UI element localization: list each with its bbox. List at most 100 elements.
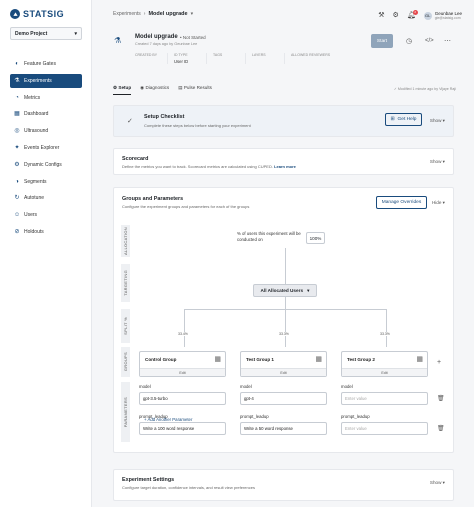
sidebar-item-ultrasound[interactable]: ◎ Ultrasound [10, 124, 82, 138]
meta-allowed-reviewers[interactable]: ALLOWED REVIEWERS [291, 53, 341, 64]
add-parameter-link[interactable]: + Add Another Parameter [144, 417, 192, 422]
tab-setup[interactable]: ⚙ Setup [113, 85, 132, 95]
experiment-settings-card: Experiment Settings Configure target dur… [113, 469, 454, 501]
sidebar-item-dynamic-configs[interactable]: ⚙ Dynamic Configs [10, 158, 82, 172]
toggle-icon: ◐ [15, 61, 19, 67]
add-group-icon[interactable]: + [437, 359, 441, 366]
meta-label: ALLOWED REVIEWERS [291, 53, 331, 57]
meta-layers[interactable]: LAYERS [252, 53, 285, 64]
meta-label: CREATED BY [135, 53, 158, 57]
tab-diagnostics[interactable]: ◉ Diagnostics [140, 85, 169, 95]
groups-hide-toggle[interactable]: Hide ▾ [432, 200, 445, 206]
param-input-control-prompt[interactable]: Write a 100 word response [139, 422, 226, 435]
chevron-down-icon[interactable]: ▾ [191, 11, 194, 17]
history-icon[interactable]: ◷ [406, 37, 412, 45]
group-test-1[interactable]: Test Group 1 ▦ Edit [240, 351, 327, 377]
meta-tags[interactable]: TAGS [213, 53, 246, 64]
allocation-label: ALLOCATION [121, 225, 130, 257]
sidebar-item-autotune[interactable]: ↻ Autotune [10, 191, 82, 205]
split-pct-test-1[interactable]: 33.3% [277, 332, 291, 336]
status-badge: • Not Started [180, 35, 206, 40]
group-name: Test Group 1 [246, 357, 274, 362]
tab-pulse-results[interactable]: ▤ Pulse Results [178, 85, 212, 95]
tab-bar: ⚙ Setup ◉ Diagnostics ▤ Pulse Results [113, 85, 212, 95]
meta-value: User ID [174, 59, 189, 64]
chevron-down-icon: ▾ [74, 30, 77, 37]
dashboard-icon: ▦ [14, 111, 20, 118]
flow-line [285, 248, 286, 284]
breadcrumb: Experiments › Model upgrade ▾ [113, 11, 193, 17]
get-help-button[interactable]: ⊞ Get Help [385, 113, 422, 126]
autotune-icon: ↻ [14, 195, 20, 202]
split-pct-test-2[interactable]: 33.3% [378, 332, 392, 336]
groups-title: Groups and Parameters [122, 196, 184, 202]
split-label: SPLIT % [121, 309, 130, 343]
setup-checklist-card: ✓ Setup Checklist Complete these steps b… [113, 105, 454, 137]
sidebar-item-dashboard[interactable]: ▦ Dashboard [10, 107, 82, 121]
sidebar-item-holdouts[interactable]: ⊘ Holdouts [10, 225, 82, 239]
param-input-test2-prompt[interactable]: Enter value [341, 422, 428, 435]
sidebar-item-users[interactable]: ☺ Users [10, 208, 82, 222]
allocation-input[interactable]: 100% [306, 232, 325, 244]
chevron-down-icon: ▾ [307, 287, 310, 293]
show-label: Show [429, 118, 442, 123]
param-input-test1-prompt[interactable]: Write a 50 word response [240, 422, 327, 435]
param-input-control-model[interactable]: gpt-3.5-turbo [139, 392, 226, 405]
start-button[interactable]: Start [371, 34, 393, 48]
calculator-icon[interactable]: ▦ [214, 355, 221, 363]
sidebar-item-events-explorer[interactable]: ✦ Events Explorer [10, 141, 82, 155]
settings-show-toggle[interactable]: Show ▾ [430, 480, 445, 486]
help-icon: ⊞ [390, 117, 395, 122]
calculator-icon[interactable]: ▦ [315, 355, 322, 363]
targeting-dropdown[interactable]: All Allocated Users ▾ [253, 284, 317, 297]
trash-icon[interactable]: 🗑︎ [437, 395, 445, 402]
tools-icon[interactable]: ⚒ [378, 12, 384, 20]
calculator-icon[interactable]: ▦ [416, 355, 423, 363]
group-control[interactable]: Control Group ▦ Edit [139, 351, 226, 377]
sidebar-item-feature-gates[interactable]: ◐ Feature Gates [10, 57, 82, 71]
sidebar-item-label: Feature Gates [24, 61, 56, 67]
notification-badge: 2 [412, 9, 418, 15]
user-menu[interactable]: GL Geunbae Lee gle@statsig.com [423, 11, 462, 20]
more-icon[interactable]: ⋯ [444, 37, 451, 45]
sidebar-item-label: Holdouts [24, 228, 44, 235]
breadcrumb-separator: › [143, 11, 146, 17]
manage-overrides-button[interactable]: Manage Overrides [376, 196, 427, 209]
learn-more-link[interactable]: Learn more [274, 164, 296, 169]
breadcrumb-current[interactable]: Model upgrade [148, 11, 187, 17]
project-selector[interactable]: Demo Project ▾ [10, 27, 82, 40]
hide-label: Hide [431, 200, 442, 205]
flow-line [285, 309, 286, 347]
meta-id-type[interactable]: ID TYPE User ID [174, 53, 207, 64]
top-icons: ⚒ ⚙ 🔔︎ 2 GL Geunbae Lee gle@statsig.com [378, 9, 462, 20]
show-label: Show [429, 480, 442, 485]
code-icon[interactable]: </> [425, 38, 434, 44]
sidebar-item-label: Dashboard [24, 111, 49, 118]
meta-label: LAYERS [252, 53, 266, 57]
checklist-show-toggle[interactable]: Show ▾ [430, 118, 445, 124]
targeting-label: TARGETING [121, 264, 130, 302]
experiment-meta: CREATED BY ID TYPE User ID TAGS LAYERS AL… [135, 53, 341, 64]
tab-label: Diagnostics [145, 85, 170, 90]
group-edit-button[interactable]: Edit [241, 368, 326, 376]
breadcrumb-parent[interactable]: Experiments [113, 11, 141, 17]
sidebar-nav: ◐ Feature Gates ⚗ Experiments ◔ Metrics ▦ Da… [10, 57, 82, 242]
param-input-test1-model[interactable]: gpt-4 [240, 392, 327, 405]
experiment-flask-icon: ⚗ [114, 36, 122, 45]
sidebar-item-metrics[interactable]: ◔ Metrics [10, 91, 82, 105]
statsig-logo[interactable]: STATSIG [10, 9, 64, 19]
param-input-test2-model[interactable]: Enter value [341, 392, 428, 405]
group-edit-button[interactable]: Edit [342, 368, 427, 376]
modified-info: ✓ Modified 1 minute ago by Vijaye Raji [393, 87, 456, 91]
sidebar-item-label: Ultrasound [24, 128, 49, 135]
group-edit-button[interactable]: Edit [140, 368, 225, 376]
sidebar-item-segments[interactable]: ◑ Segments [10, 175, 82, 189]
scorecard-show-toggle[interactable]: Show ▾ [430, 159, 445, 165]
bell-icon[interactable]: 🔔︎ 2 [407, 9, 418, 20]
sidebar-item-experiments[interactable]: ⚗ Experiments [10, 73, 82, 88]
meta-label: ID TYPE [174, 53, 188, 57]
trash-icon[interactable]: 🗑︎ [437, 425, 445, 432]
split-pct-control[interactable]: 33.4% [176, 332, 190, 336]
settings-icon[interactable]: ⚙ [393, 12, 399, 20]
group-test-2[interactable]: Test Group 2 ▦ Edit [341, 351, 428, 377]
